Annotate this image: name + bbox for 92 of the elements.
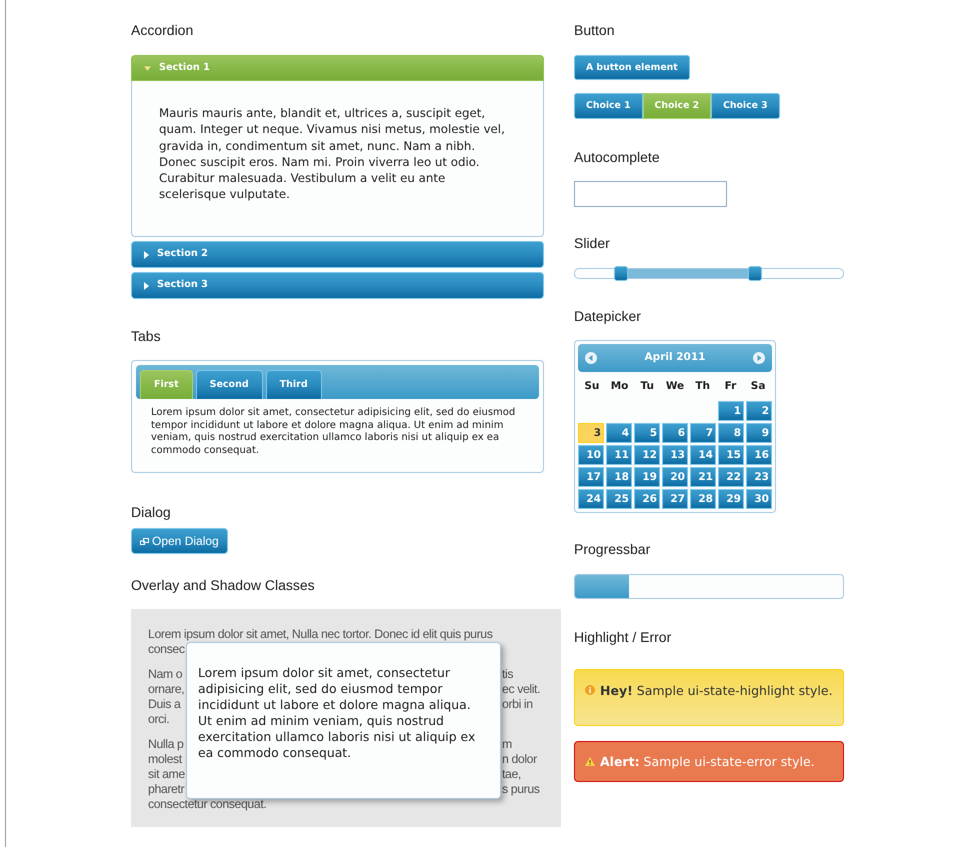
overlay-background-text: sit ame: [148, 767, 185, 782]
slider-handle[interactable]: [748, 266, 762, 281]
month-title: April 2011: [644, 350, 706, 366]
calendar-day[interactable]: 5: [634, 423, 660, 443]
calendar-day[interactable]: 9: [746, 423, 772, 443]
calendar-day[interactable]: 17: [578, 467, 604, 487]
overlay-background-text: pharetr: [148, 782, 184, 797]
calendar-day[interactable]: 26: [634, 489, 660, 509]
calendar-day[interactable]: 13: [662, 445, 688, 465]
new-window-icon: [140, 538, 149, 544]
accordion-header[interactable]: Section 3: [131, 272, 544, 299]
overlay-background-text: s purus: [502, 782, 540, 797]
element-button[interactable]: A button element: [574, 55, 690, 80]
choice-button[interactable]: Choice 3: [711, 93, 780, 119]
calendar-day[interactable]: 28: [690, 489, 716, 509]
calendar-day[interactable]: 2: [746, 401, 772, 421]
calendar-day[interactable]: 7: [690, 423, 716, 443]
overlay-background-text: tis: [502, 667, 514, 682]
warning-icon: [585, 757, 595, 766]
accordion-text: Mauris mauris ante, blandit et, ultrices a, suscipit eget, quam. Integer ut neque. Vivamus nisi metus, molestie vel, gravida in, condimentum sit amet, nunc. Nam a nibh. Donec suscipit eros. Nam mi. Proin viverra leo ut odio. Curabitur malesuada. Vestibulum a velit eu ante scelerisque vulputate.: [159, 105, 506, 203]
overlay-background-text: tae,: [502, 767, 521, 782]
calendar-day[interactable]: 14: [690, 445, 716, 465]
overlay-background-text: ec velit.: [502, 682, 540, 697]
overlay-background-text: m: [502, 737, 512, 752]
overlay-background-text: Nulla p: [148, 737, 184, 752]
calendar-day[interactable]: 16: [746, 445, 772, 465]
section-heading: Button: [574, 22, 614, 38]
calendar-day[interactable]: 23: [746, 467, 772, 487]
overlay-background-text: orbi in: [502, 697, 533, 712]
weekday-label: Fr: [724, 378, 738, 394]
section-heading: Tabs: [131, 328, 161, 344]
slider-handle[interactable]: [614, 266, 628, 281]
message-text: Hey! Sample ui-state-highlight style.: [600, 683, 833, 699]
autocomplete-input[interactable]: [574, 181, 727, 207]
section-heading: Overlay and Shadow Classes: [131, 577, 315, 593]
caret-down-icon: [144, 66, 151, 70]
weekday-label: We: [664, 378, 686, 394]
weekday-label: Mo: [610, 378, 630, 394]
overlay-background-text: Lorem ipsum dolor sit amet, Nulla nec tortor. Donec id elit quis purus: [148, 627, 492, 642]
calendar-day[interactable]: 11: [606, 445, 632, 465]
calendar-day[interactable]: 1: [718, 401, 744, 421]
choice-button[interactable]: Choice 2: [642, 93, 712, 119]
calendar-day[interactable]: 29: [718, 489, 744, 509]
section-heading: Accordion: [131, 22, 194, 38]
section-heading: Slider: [574, 235, 610, 251]
overlay-background-text: consectetur consequat.: [148, 797, 266, 812]
overlay-background-text: molest: [148, 752, 182, 767]
calendar-day[interactable]: 21: [690, 467, 716, 487]
weekday-label: Su: [583, 378, 600, 394]
calendar-day[interactable]: 10: [578, 445, 604, 465]
calendar-day[interactable]: 25: [606, 489, 632, 509]
calendar-day[interactable]: 19: [634, 467, 660, 487]
calendar-day[interactable]: 18: [606, 467, 632, 487]
calendar-day[interactable]: 6: [662, 423, 688, 443]
calendar-day[interactable]: 4: [606, 423, 632, 443]
slider-track[interactable]: [574, 268, 844, 279]
overlay-background-text: ornare,: [148, 682, 184, 697]
message-text: Alert: Sample ui-state-error style.: [600, 754, 815, 770]
calendar-day[interactable]: 22: [718, 467, 744, 487]
choice-button[interactable]: Choice 1: [574, 93, 643, 119]
weekday-label: Th: [694, 378, 712, 394]
calendar-day[interactable]: 24: [578, 489, 604, 509]
tab-panel-text: Lorem ipsum dolor sit amet, consectetur adipisicing elit, sed do eiusmod tempor incididunt ut labore et dolore magna aliqua. Ut enim ad minim veniam, quis nostrud exercitation ullamco laboris nisi ut aliquip ex ea commodo consequat.: [150, 406, 516, 457]
overlay-background-text: Nam o: [148, 667, 182, 682]
caret-right-icon: [144, 250, 149, 258]
overlay-background-text: n dolor: [502, 752, 537, 767]
overlay-background-text: Duis a: [148, 697, 180, 712]
section-heading: Progressbar: [574, 541, 650, 557]
overlay-background-text: orci.: [148, 712, 170, 727]
section-heading: Dialog: [131, 504, 171, 520]
weekday-label: Sa: [750, 378, 766, 394]
calendar-day[interactable]: 30: [746, 489, 772, 509]
tab[interactable]: Second: [196, 370, 263, 399]
open-dialog-button[interactable]: Open Dialog: [131, 528, 228, 554]
calendar-day[interactable]: 12: [634, 445, 660, 465]
info-icon: [585, 685, 595, 695]
accordion-header[interactable]: Section 2: [131, 241, 544, 268]
section-heading: Autocomplete: [574, 149, 660, 165]
tab[interactable]: Third: [266, 370, 322, 399]
overlay-background-text: consec: [148, 642, 185, 657]
caret-right-icon: [144, 282, 149, 290]
calendar-day[interactable]: 15: [718, 445, 744, 465]
accordion-header[interactable]: Section 1: [131, 55, 544, 81]
calendar-day[interactable]: 20: [662, 467, 688, 487]
section-heading: Highlight / Error: [574, 629, 672, 645]
weekday-label: Tu: [640, 378, 656, 394]
calendar-day[interactable]: 3: [578, 423, 604, 443]
tab[interactable]: First: [140, 370, 193, 399]
dialog-text: Lorem ipsum dolor sit amet, consectetur adipisicing elit, sed do eiusmod tempor incididunt ut labore et dolore magna aliqua. Ut enim ad minim veniam, quis nostrud exercitation ullamco laboris nisi ut aliquip ex ea commodo consequat.: [198, 665, 476, 761]
section-heading: Datepicker: [574, 308, 641, 324]
calendar-day[interactable]: 27: [662, 489, 688, 509]
calendar-day[interactable]: 8: [718, 423, 744, 443]
